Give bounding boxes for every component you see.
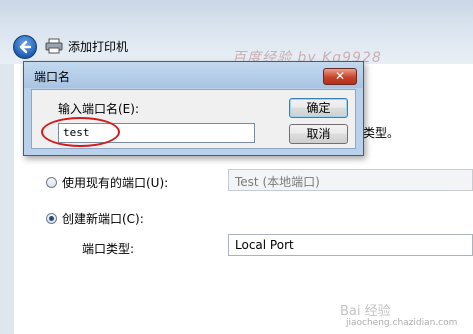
ok-button[interactable]: 确定	[289, 98, 348, 118]
wizard-title: 添加打印机	[68, 40, 129, 54]
dialog-title: 端口名	[34, 70, 71, 84]
dialog-titlebar[interactable]: 端口名 ✕	[24, 62, 363, 88]
port-type-description-tail: 类型。	[363, 126, 400, 140]
back-button[interactable]	[13, 35, 37, 59]
arrow-left-icon	[19, 40, 32, 54]
use-existing-port-radio[interactable]	[46, 177, 57, 188]
create-new-port-radio[interactable]	[46, 213, 57, 224]
port-type-label: 端口类型:	[82, 242, 135, 256]
cancel-button[interactable]: 取消	[289, 124, 348, 144]
printer-icon	[45, 38, 63, 54]
port-name-label: 输入端口名(E):	[58, 102, 139, 116]
close-button[interactable]: ✕	[323, 68, 357, 85]
site-logo: Bai 经验	[340, 304, 391, 319]
site-url: jiaocheng.chazidian.com	[346, 318, 458, 328]
port-type-combobox[interactable]: Local Port	[228, 234, 473, 256]
dialog-client-area: 输入端口名(E): test 确定 取消	[31, 89, 356, 149]
close-icon: ✕	[334, 69, 346, 83]
annotation-ellipse	[41, 117, 120, 147]
existing-port-value: Test (本地端口)	[235, 175, 320, 189]
existing-port-combobox[interactable]: Test (本地端口)	[228, 169, 473, 191]
create-new-port-label: 创建新端口(C):	[62, 212, 144, 226]
use-existing-port-label: 使用现有的端口(U):	[62, 176, 169, 190]
port-type-value: Local Port	[235, 238, 294, 252]
port-name-dialog: 端口名 ✕ 输入端口名(E): test 确定 取消	[23, 61, 364, 156]
